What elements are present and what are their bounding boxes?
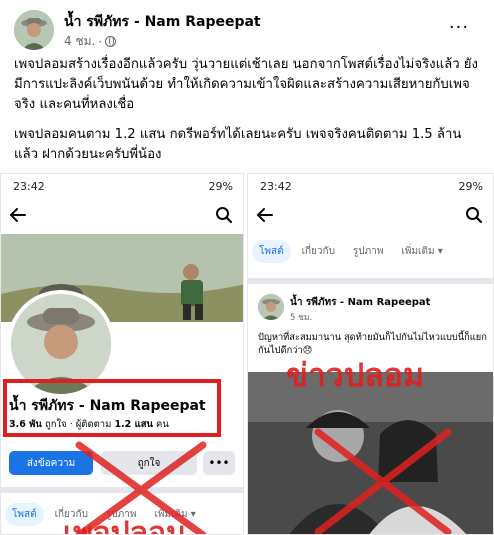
tab-about[interactable]: เกี่ยวกับ xyxy=(295,240,342,263)
fake-news-stamp: ข่าวปลอม xyxy=(286,356,425,394)
fake-page-name: น้ำ รพีภัทร - Nam Rapeepat xyxy=(9,398,206,414)
send-message-button[interactable]: ส่งข้อความ xyxy=(9,451,93,475)
nav-bar xyxy=(248,202,493,230)
fake-page-stats: 3.6 พัน ถูกใจ · ผู้ติดตาม 1.2 แสน คน xyxy=(9,417,169,432)
post-paragraph-2: เพจปลอมคนตาม 1.2 แสน กดรีพอร์ทได้เลยนะคร… xyxy=(14,127,462,162)
back-arrow-icon[interactable] xyxy=(256,206,274,224)
fake-post-header: น้ำ รพีภัทร - Nam Rapeepat 5 ชม. xyxy=(258,294,488,324)
post-images[interactable]: 23:42 29% น้ำ รพีภัทร - Nam Rapeepat 3.6… xyxy=(0,173,494,535)
followers-label: ผู้ติดตาม xyxy=(75,419,112,430)
section-divider xyxy=(1,487,243,493)
page-more-button[interactable]: ••• xyxy=(203,451,235,475)
post-paragraph-1: เพจปลอมสร้างเรื่องอีกแล้วครับ วุ่นวายแต่… xyxy=(14,57,478,112)
author-avatar[interactable] xyxy=(14,10,54,50)
screenshot-fake-page[interactable]: 23:42 29% น้ำ รพีภัทร - Nam Rapeepat 3.6… xyxy=(0,173,244,535)
fake-post-author[interactable]: น้ำ รพีภัทร - Nam Rapeepat xyxy=(290,295,430,310)
post-header: น้ำ รพีภัทร - Nam Rapeepat 4 ชม. · ··· xyxy=(14,8,482,52)
status-bar: 23:42 29% xyxy=(248,174,493,198)
section-divider xyxy=(248,278,493,284)
tab-posts[interactable]: โพสต์ xyxy=(5,502,44,526)
page-tabs: โพสต์ เกี่ยวกับ รูปภาพ เพิ่มเติม ▾ xyxy=(248,238,493,264)
post-body: เพจปลอมสร้างเรื่องอีกแล้วครับ วุ่นวายแต่… xyxy=(14,55,486,175)
tab-posts[interactable]: โพสต์ xyxy=(252,239,291,263)
status-bar: 23:42 29% xyxy=(1,174,243,198)
followers-unit: คน xyxy=(156,419,169,430)
globe-icon xyxy=(105,36,117,47)
screenshot-fake-post[interactable]: 23:42 29% โพสต์ เกี่ยวกับ รูปภาพ เพิ่มเต… xyxy=(247,173,494,535)
status-battery: 29% xyxy=(208,179,233,193)
post-time[interactable]: 4 ชม. xyxy=(64,32,95,51)
like-page-button[interactable]: ถูกใจ xyxy=(101,451,197,475)
status-time: 23:42 xyxy=(13,179,45,193)
followers-count: 1.2 แสน xyxy=(114,419,153,430)
search-icon[interactable] xyxy=(465,206,483,224)
fake-page-stamp: เพจปลอม xyxy=(63,516,186,535)
back-arrow-icon[interactable] xyxy=(9,206,27,224)
fake-post-time: 5 ชม. xyxy=(290,313,313,323)
status-time: 23:42 xyxy=(260,179,292,193)
tab-photos[interactable]: รูปภาพ xyxy=(346,240,391,263)
nav-bar xyxy=(1,202,243,230)
meta-separator: · xyxy=(98,34,103,49)
more-options-button[interactable]: ··· xyxy=(444,12,474,42)
search-icon[interactable] xyxy=(215,206,233,224)
post-meta: 4 ชม. · xyxy=(64,32,117,51)
likes-count: 3.6 พัน xyxy=(9,419,42,430)
status-battery: 29% xyxy=(458,179,483,193)
author-name[interactable]: น้ำ รพีภัทร - Nam Rapeepat xyxy=(64,11,261,33)
likes-label: ถูกใจ xyxy=(44,419,67,430)
tab-more[interactable]: เพิ่มเติม ▾ xyxy=(394,240,449,263)
fake-post-avatar[interactable] xyxy=(258,294,284,320)
